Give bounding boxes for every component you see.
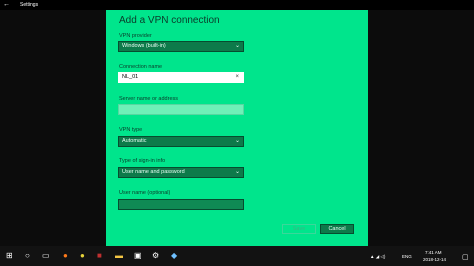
notification-icon[interactable]: ▢ [462,253,469,261]
search-icon[interactable]: ○ [25,252,30,260]
vpn-type-value: Automatic [122,138,147,144]
title-bar: ← Settings [0,0,474,10]
vpn-provider-select[interactable]: Windows (built-in) ⌄ [118,41,244,52]
back-arrow-icon[interactable]: ← [3,0,10,10]
clock-date[interactable]: 2018-12-14 [423,257,446,262]
cancel-button[interactable]: Cancel [320,224,354,234]
file-explorer-icon[interactable]: ▬ [115,252,123,260]
chevron-down-icon: ⌄ [234,169,240,175]
connection-name-label: Connection name [119,64,163,70]
clock-time[interactable]: 7:41 AM [425,250,442,255]
chevron-down-icon: ⌄ [234,43,240,49]
sign-in-label: Type of sign-in info [119,158,166,164]
username-field[interactable] [118,199,244,210]
vpn-type-label: VPN type [119,127,143,133]
store-icon[interactable]: ▣ [134,252,142,260]
connection-name-field[interactable]: NL_01 × [118,72,244,83]
taskbar: ⊞ ○ ▭ ● ● ■ ▬ ▣ ⚙ ◆ ▲ ◢ ◁) ENG 7:41 AM 2… [0,246,474,266]
app-icon[interactable]: ◆ [171,252,177,260]
vpn-type-select[interactable]: Automatic ⌄ [118,136,244,147]
username-label: User name (optional) [119,190,171,196]
tray-icons[interactable]: ▲ ◢ ◁) [370,254,385,260]
media-icon[interactable]: ■ [97,252,102,260]
windows-start-icon[interactable]: ⊞ [6,252,13,260]
sign-in-value: User name and password [122,169,185,175]
window-title: Settings [20,2,39,8]
task-view-icon[interactable]: ▭ [42,252,50,260]
server-field[interactable] [118,104,244,115]
left-backdrop [0,10,106,246]
vpn-provider-label: VPN provider [119,33,152,39]
save-button[interactable]: Save [282,224,316,234]
chrome-icon[interactable]: ● [80,252,85,260]
clear-icon[interactable]: × [235,73,239,82]
dialog-heading: Add a VPN connection [119,15,220,26]
server-label: Server name or address [119,96,178,102]
settings-icon[interactable]: ⚙ [152,252,159,260]
language-indicator[interactable]: ENG [402,254,412,259]
sign-in-select[interactable]: User name and password ⌄ [118,167,244,178]
connection-name-value: NL_01 [122,74,139,80]
vpn-provider-value: Windows (built-in) [122,43,166,49]
firefox-icon[interactable]: ● [63,252,68,260]
right-backdrop [368,10,474,246]
chevron-down-icon: ⌄ [234,138,240,144]
